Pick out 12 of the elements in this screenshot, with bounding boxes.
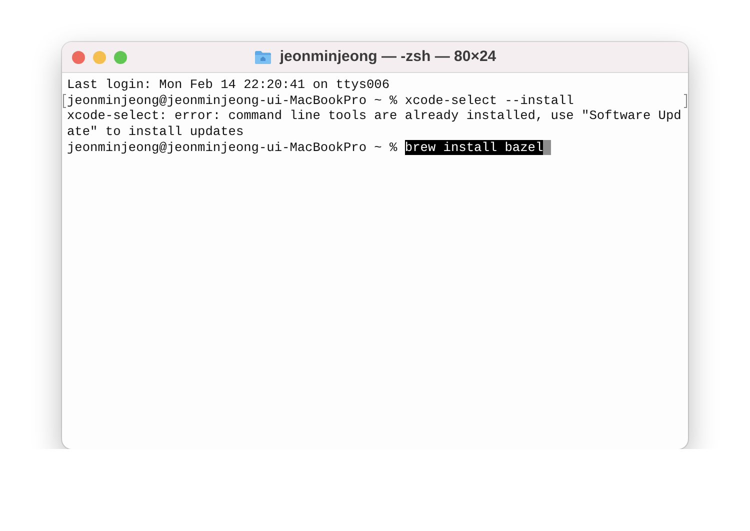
shell-prompt: jeonminjeong@jeonminjeong-ui-MacBookPro ~ % — [67, 140, 398, 155]
window-title: jeonminjeong — -zsh — 80×24 — [280, 46, 496, 67]
close-button[interactable] — [72, 51, 85, 64]
minimize-button[interactable] — [93, 51, 106, 64]
command-text: xcode-select --install — [404, 92, 574, 108]
shell-prompt: jeonminjeong@jeonminjeong-ui-MacBookPro ~ % — [67, 92, 398, 108]
output-line: Last login: Mon Feb 14 22:20:41 on ttys006 — [67, 77, 390, 92]
selected-command: brew install bazel — [404, 140, 544, 155]
zoom-button[interactable] — [114, 51, 127, 64]
output-line: ate" to install updates — [67, 124, 244, 140]
output-line: xcode-select: error: command line tools are already installed, use "Software Upd — [67, 108, 682, 124]
folder-icon — [254, 50, 272, 64]
